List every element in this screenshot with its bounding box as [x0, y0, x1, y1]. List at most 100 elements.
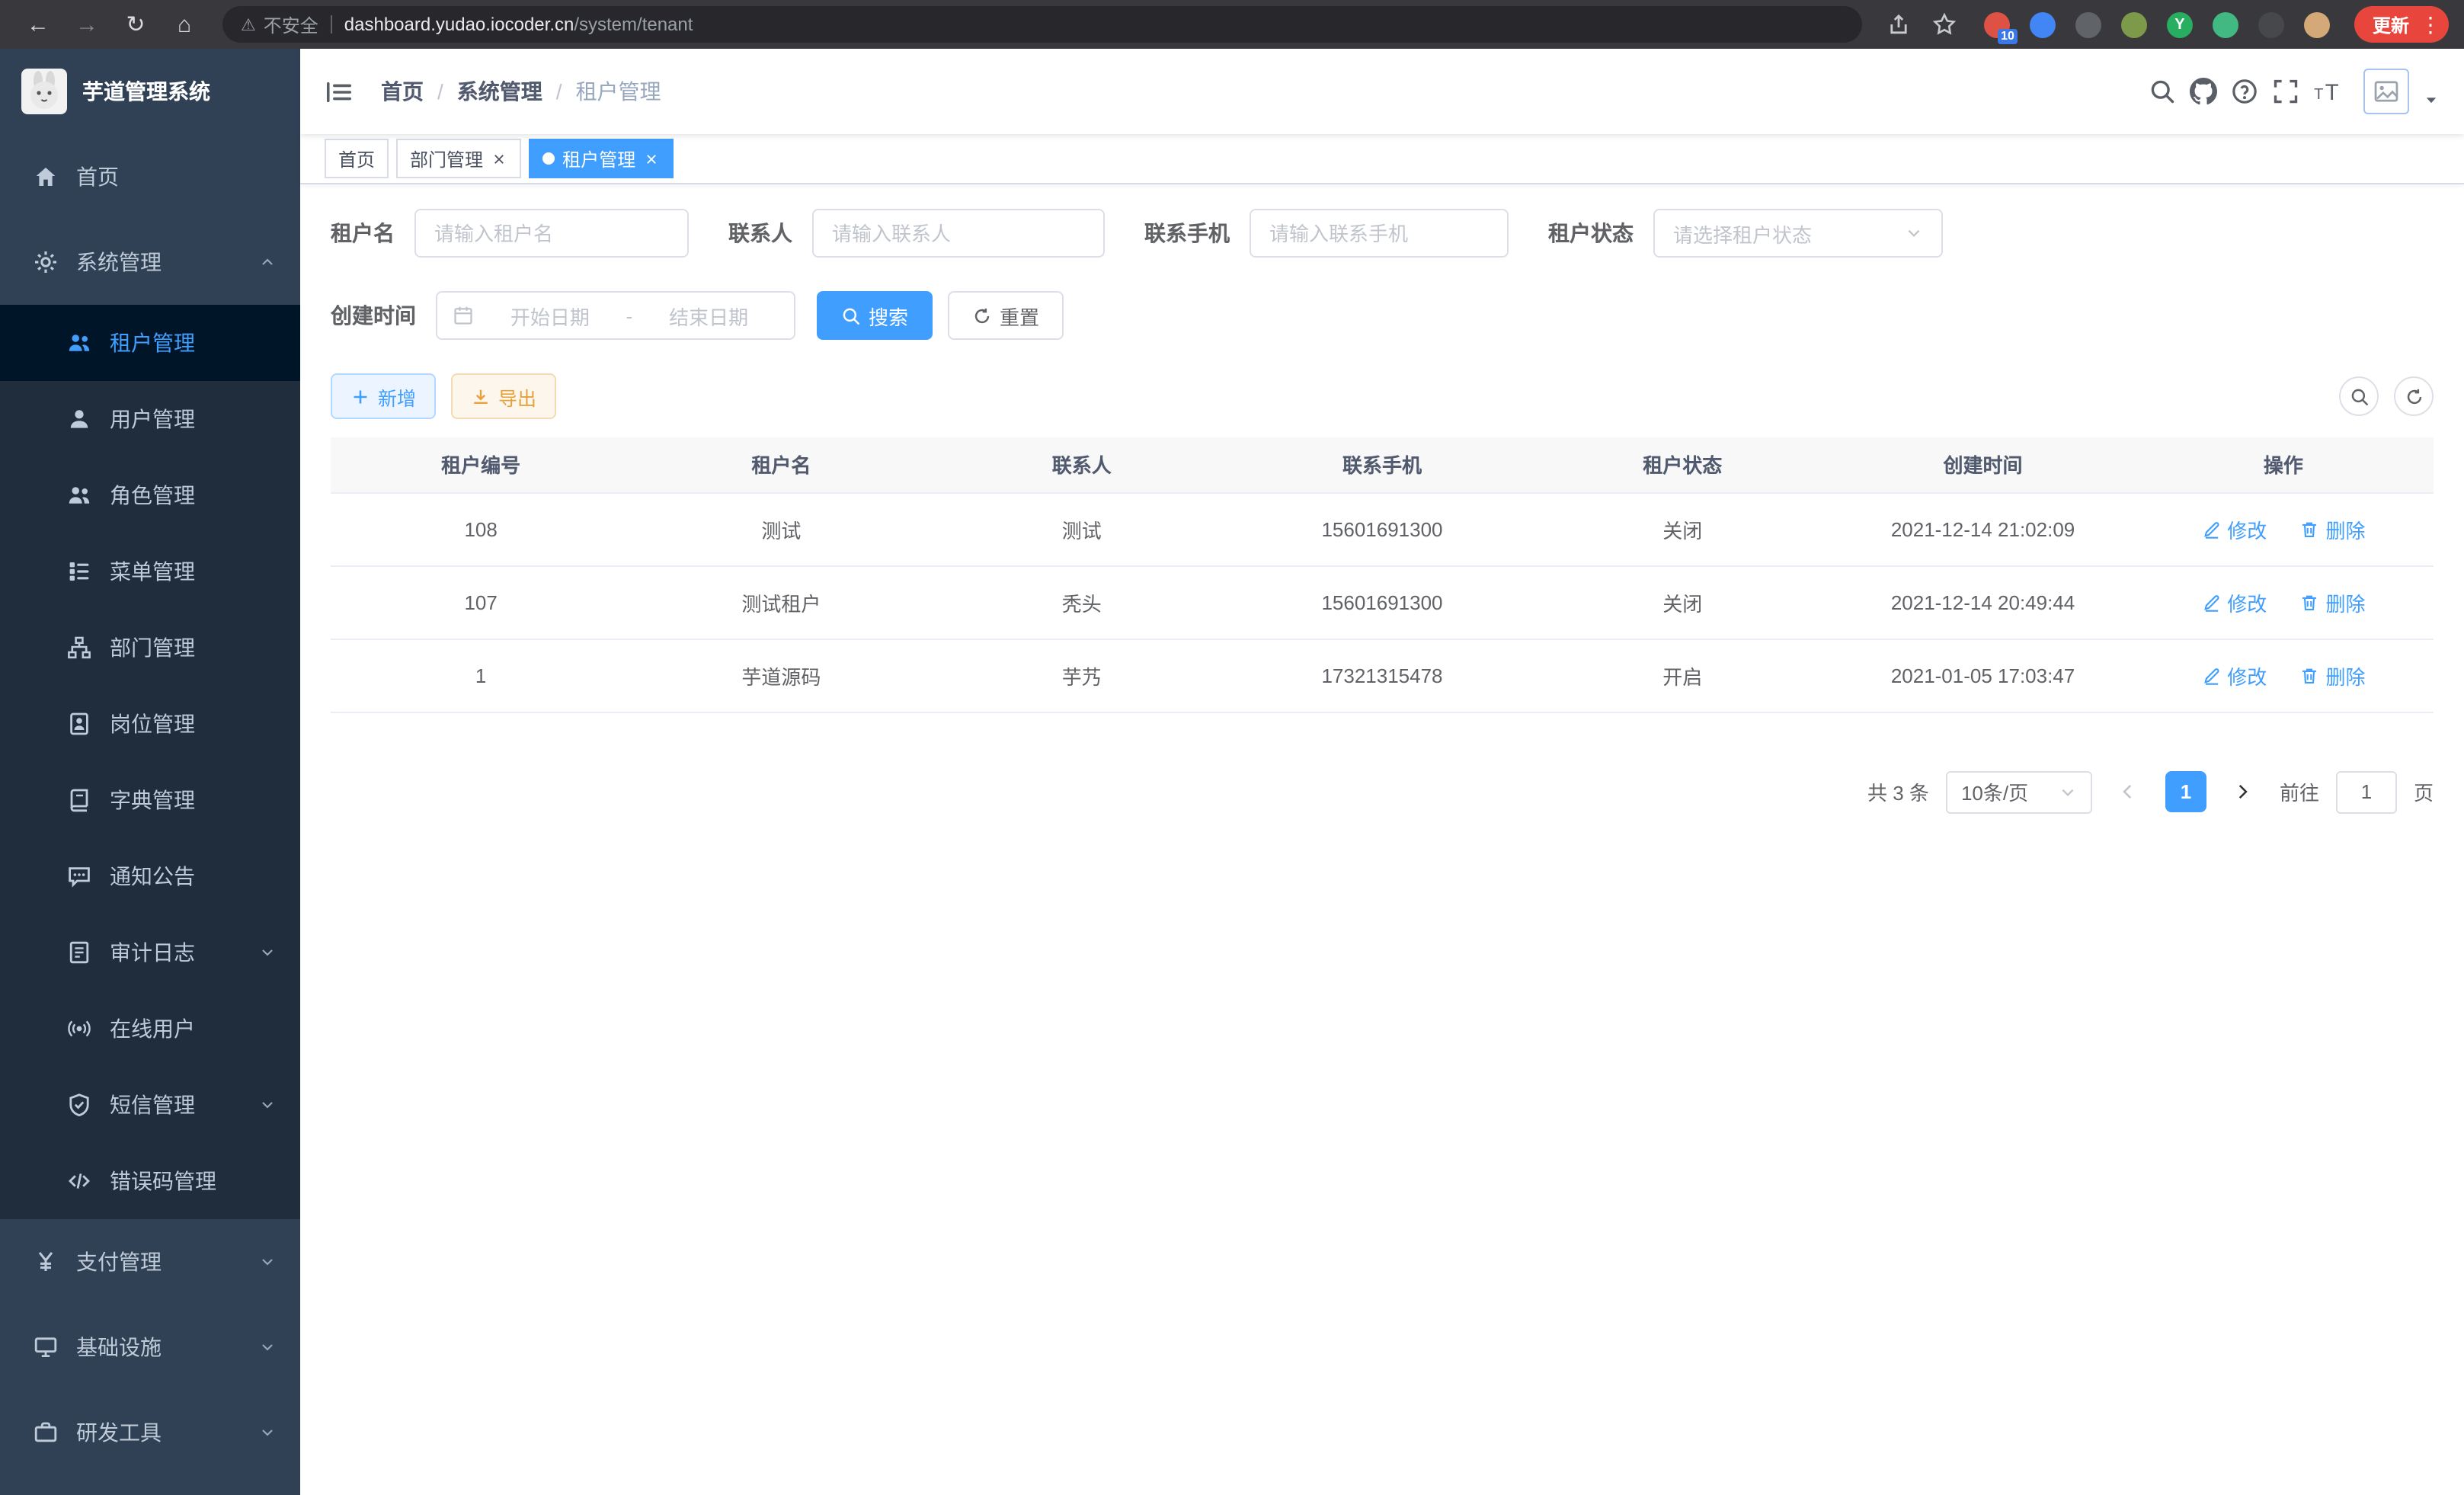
logo-rabbit-icon	[21, 69, 67, 114]
font-size-icon[interactable]: TT	[2313, 78, 2341, 105]
sidebar-toggle-icon[interactable]	[325, 77, 354, 106]
cell-status: 关闭	[1532, 492, 1832, 565]
chrome-update-button[interactable]: 更新 ⋮	[2354, 6, 2449, 43]
extension-icon[interactable]	[2030, 11, 2056, 37]
reload-icon[interactable]: ↻	[113, 2, 158, 47]
extension-icon[interactable]	[2304, 11, 2330, 37]
sidebar-item[interactable]: 岗位管理	[0, 686, 300, 762]
tab[interactable]: 首页	[325, 139, 389, 178]
user-menu-caret-icon[interactable]	[2423, 91, 2440, 107]
goto-page-input[interactable]	[2336, 770, 2397, 813]
user-avatar[interactable]	[2363, 69, 2409, 114]
reset-button[interactable]: 重置	[948, 291, 1064, 340]
search-icon[interactable]	[2149, 78, 2176, 105]
sidebar-item[interactable]: 菜单管理	[0, 533, 300, 610]
delete-link[interactable]: 删除	[2299, 661, 2365, 690]
contact-phone-label: 联系手机	[1144, 218, 1230, 248]
extension-icon[interactable]	[2075, 11, 2101, 37]
search-button[interactable]: 搜索	[817, 291, 933, 340]
contact-phone-input[interactable]	[1250, 209, 1509, 258]
sidebar-item[interactable]: 租户管理	[0, 305, 300, 381]
back-icon[interactable]: ←	[15, 2, 61, 47]
breadcrumb-link[interactable]: 系统管理	[457, 76, 542, 107]
sidebar-item[interactable]: 字典管理	[0, 762, 300, 838]
browser-menu-icon[interactable]: ⋮	[2418, 11, 2443, 37]
github-icon[interactable]	[2190, 78, 2217, 105]
home-icon[interactable]: ⌂	[162, 2, 207, 47]
sidebar-item-label: 字典管理	[110, 785, 195, 815]
start-date-placeholder: 开始日期	[480, 301, 620, 330]
sidebar-item[interactable]: 研发工具	[0, 1390, 300, 1475]
security-label[interactable]: 不安全	[264, 11, 318, 37]
fullscreen-icon[interactable]	[2272, 78, 2299, 105]
chevron-icon	[259, 1424, 276, 1441]
help-icon[interactable]	[2231, 78, 2258, 105]
export-button[interactable]: 导出	[451, 373, 556, 419]
date-range-separator: -	[626, 304, 633, 327]
delete-link[interactable]: 删除	[2299, 587, 2365, 616]
tenant-status-select[interactable]: 请选择租户状态	[1653, 209, 1943, 258]
edit-link[interactable]: 修改	[2201, 514, 2267, 543]
tab-close-icon[interactable]	[491, 150, 507, 167]
tenant-name-input[interactable]	[414, 209, 689, 258]
sidebar-item[interactable]: 基础设施	[0, 1305, 300, 1390]
sidebar-item[interactable]: 支付管理	[0, 1219, 300, 1305]
sidebar-item[interactable]: 部门管理	[0, 610, 300, 686]
extension-icon[interactable]	[2213, 11, 2238, 37]
sidebar-item[interactable]: 系统管理	[0, 219, 300, 305]
extension-icon[interactable]: Y	[2167, 11, 2193, 37]
menu-item-icon	[67, 712, 91, 736]
extension-icon[interactable]	[2258, 11, 2284, 37]
sidebar-item[interactable]: 通知公告	[0, 838, 300, 914]
extension-icon[interactable]: 10	[1984, 11, 2010, 37]
app-logo[interactable]: 芋道管理系统	[0, 49, 300, 134]
cell-tenant-id: 1	[331, 639, 631, 712]
tab[interactable]: 部门管理	[396, 139, 521, 178]
security-warning-icon: ⚠	[241, 14, 256, 34]
bookmark-star-icon[interactable]	[1923, 3, 1966, 46]
extension-badge: 10	[1998, 28, 2018, 43]
sidebar-item[interactable]: 首页	[0, 134, 300, 219]
sidebar-item[interactable]: 角色管理	[0, 457, 300, 533]
extensions-area: 10 Y	[1984, 11, 2330, 37]
sidebar-item[interactable]: 用户管理	[0, 381, 300, 457]
toggle-search-button[interactable]	[2339, 376, 2379, 416]
forward-icon[interactable]: →	[64, 2, 110, 47]
tab-label: 部门管理	[410, 146, 483, 171]
prev-page-button[interactable]	[2109, 772, 2149, 812]
cell-tenant-id: 107	[331, 565, 631, 639]
page-size-value: 10条/页	[1961, 777, 2028, 806]
share-icon[interactable]	[1877, 3, 1920, 46]
refresh-table-button[interactable]	[2394, 376, 2434, 416]
sidebar-item[interactable]: 短信管理	[0, 1067, 300, 1143]
page-content: 租户名 联系人 联系手机 租户状态 请选择租户状态	[300, 184, 2464, 1495]
chevron-icon	[259, 1339, 276, 1356]
contact-input[interactable]	[812, 209, 1105, 258]
tab[interactable]: 租户管理	[529, 139, 674, 178]
sidebar-item[interactable]: 审计日志	[0, 914, 300, 991]
menu-item-icon	[67, 1093, 91, 1117]
sidebar-item[interactable]: 错误码管理	[0, 1143, 300, 1219]
cell-contact: 芋艿	[932, 639, 1232, 712]
sidebar-item-label: 菜单管理	[110, 556, 195, 587]
add-button[interactable]: 新增	[331, 373, 436, 419]
sidebar-item-label: 错误码管理	[110, 1166, 216, 1196]
page-size-select[interactable]: 10条/页	[1946, 770, 2092, 813]
edit-icon	[2201, 665, 2221, 685]
chevron-icon	[259, 1253, 276, 1270]
address-bar[interactable]: ⚠ 不安全 dashboard.yudao.iocoder.cn/system/…	[222, 6, 1862, 43]
delete-link[interactable]: 删除	[2299, 514, 2365, 543]
cell-created: 2021-12-14 20:49:44	[1832, 565, 2133, 639]
breadcrumb-link[interactable]: 租户管理	[576, 76, 661, 107]
create-time-range-picker[interactable]: 开始日期 - 结束日期	[436, 291, 795, 340]
tenant-status-placeholder: 请选择租户状态	[1673, 219, 1812, 248]
edit-link[interactable]: 修改	[2201, 587, 2267, 616]
current-page[interactable]: 1	[2165, 771, 2206, 812]
edit-link[interactable]: 修改	[2201, 661, 2267, 690]
next-page-button[interactable]	[2223, 772, 2263, 812]
extension-icon[interactable]	[2121, 11, 2147, 37]
tenant-name-label: 租户名	[331, 218, 395, 248]
tab-close-icon[interactable]	[643, 150, 660, 167]
sidebar-item[interactable]: 在线用户	[0, 991, 300, 1067]
breadcrumb-link[interactable]: 首页	[381, 76, 424, 107]
